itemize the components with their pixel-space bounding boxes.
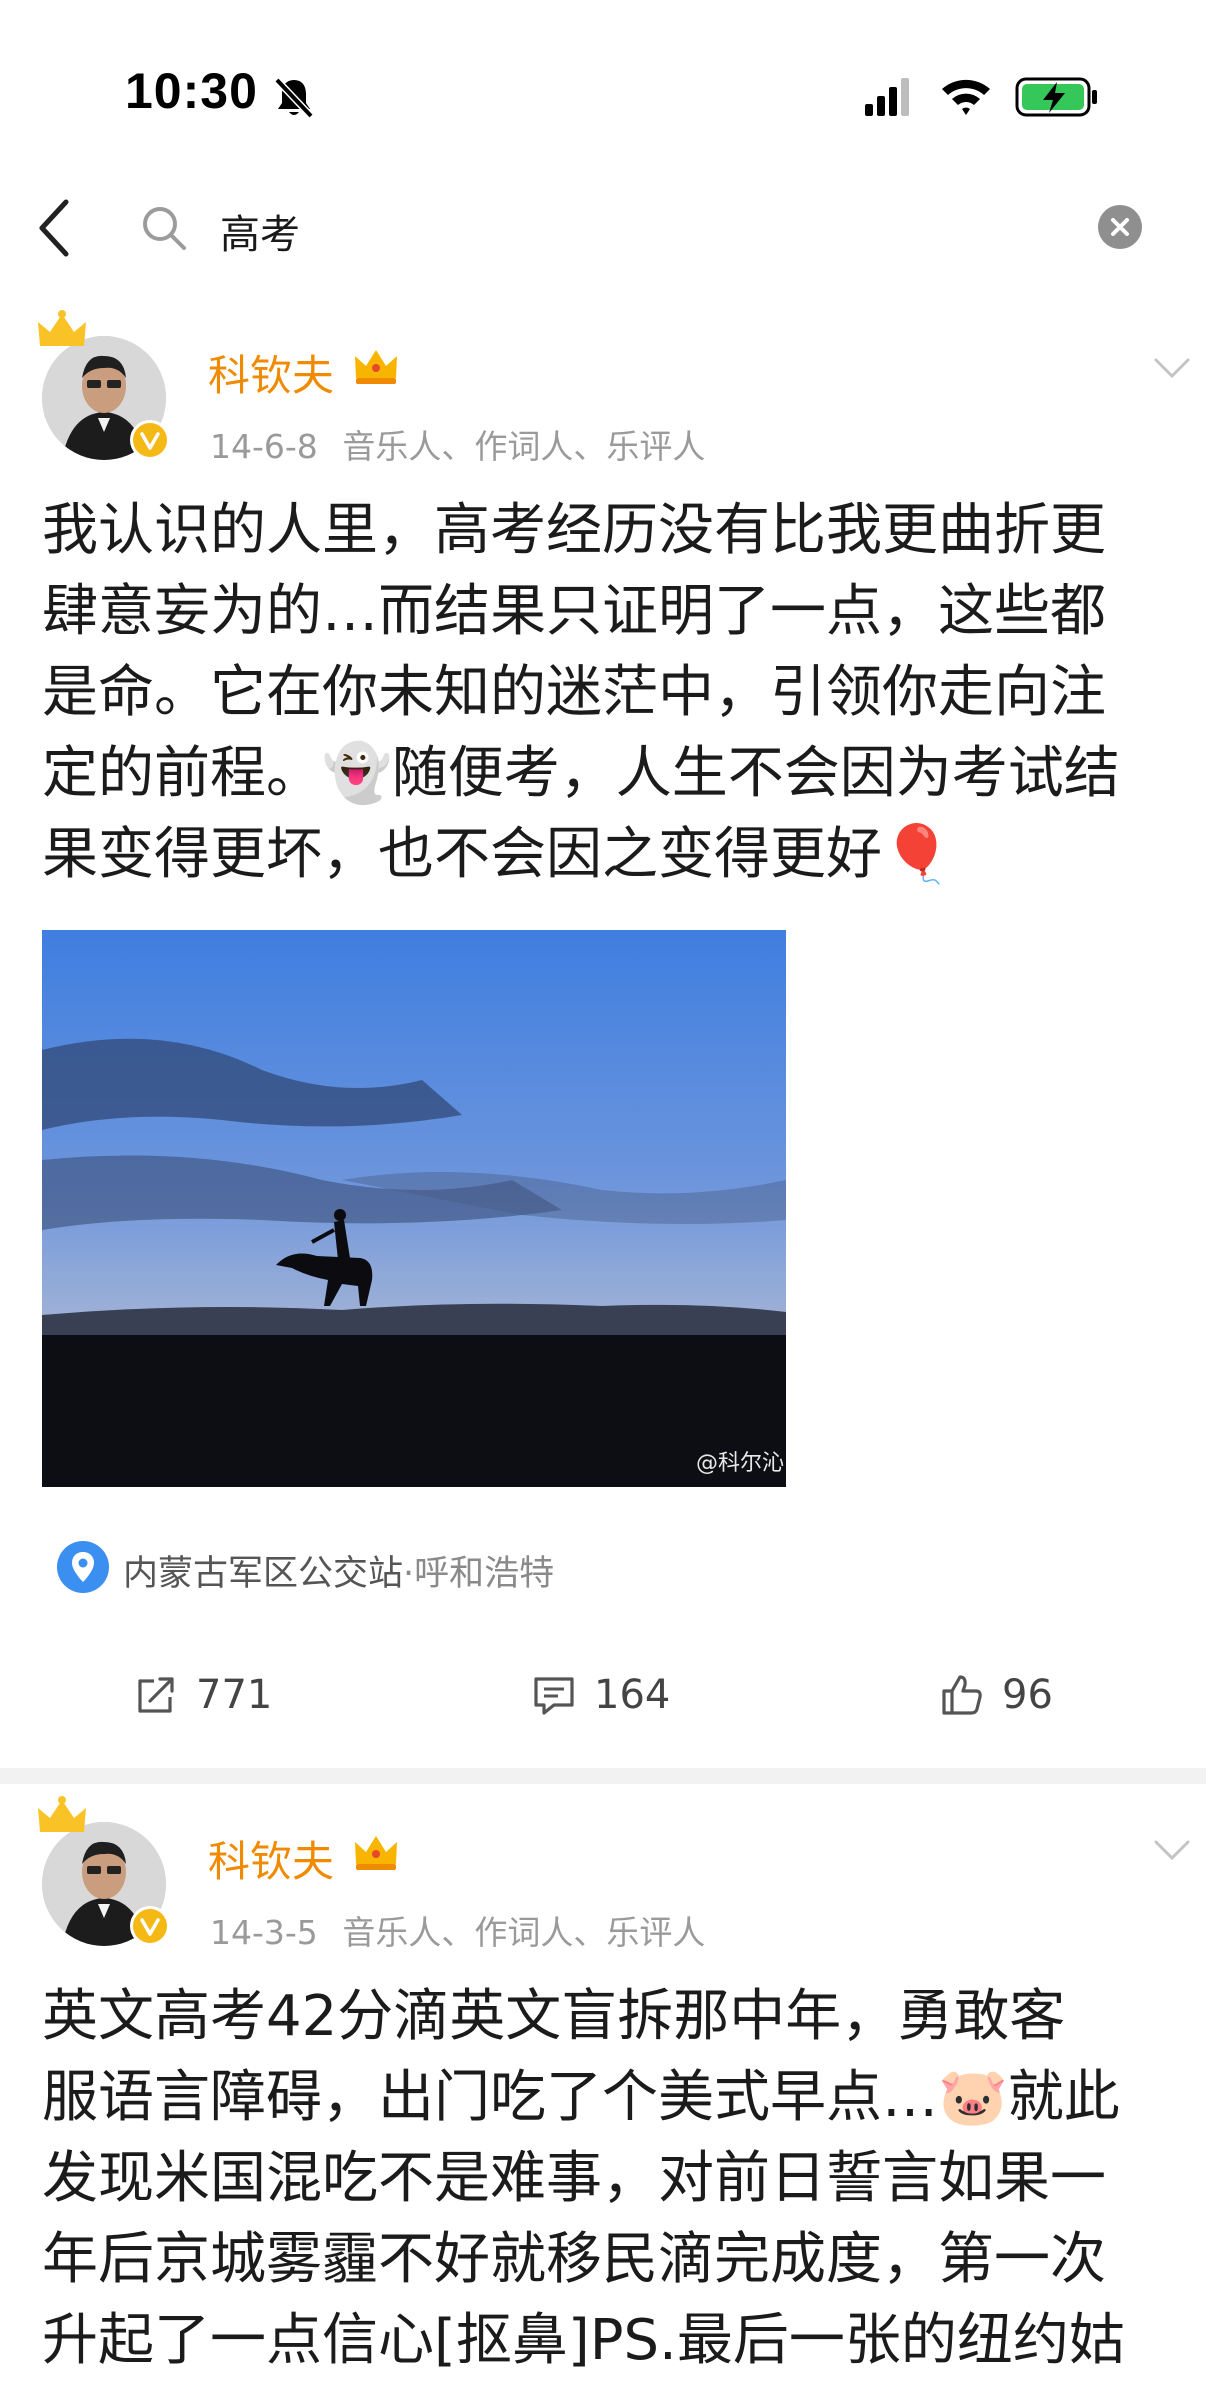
like-button[interactable]: 96 <box>940 1670 1053 1720</box>
comment-count: 164 <box>594 1672 671 1718</box>
clear-search-button[interactable] <box>1098 205 1142 249</box>
location-pin-icon <box>57 1541 109 1593</box>
post-image[interactable]: @科尔沁 <box>42 930 786 1487</box>
post-text-line: 我认识的人里，高考经历没有比我更曲折更 <box>42 498 1106 563</box>
back-arrow-icon[interactable] <box>34 196 74 260</box>
location-city: ·呼和浩特 <box>403 1554 555 1594</box>
post-text-line: 服语言障碍，出门吃了个美式早点…🐷就此 <box>42 2065 1120 2130</box>
close-icon <box>1111 218 1129 236</box>
crown-icon <box>38 310 86 346</box>
post-text-line: 果变得更坏，也不会因之变得更好🎈 <box>42 822 952 887</box>
comment-button[interactable]: 164 <box>532 1670 670 1720</box>
crown-icon <box>38 1796 86 1832</box>
verified-badge <box>130 1906 170 1946</box>
post-meta: 14-6-8 音乐人、作词人、乐评人 <box>210 420 705 468</box>
vip-crown-icon <box>355 350 397 384</box>
image-watermark: @科尔沁 <box>695 1451 784 1476</box>
repost-count: 771 <box>196 1672 273 1718</box>
thumbs-up-icon <box>942 1675 982 1715</box>
verified-badge <box>130 420 170 460</box>
location-link[interactable]: 内蒙古军区公交站·呼和浩特 <box>123 1545 554 1596</box>
post-text-line: 是命。它在你未知的迷茫中，引领你走向注 <box>42 660 1106 725</box>
author-description: 音乐人、作词人、乐评人 <box>342 1913 706 1952</box>
post-text-line: 肆意妄为的…而结果只证明了一点，这些都 <box>42 579 1106 644</box>
verified-icon <box>140 432 160 450</box>
wifi-icon <box>942 79 990 115</box>
like-count: 96 <box>1002 1672 1053 1718</box>
post-text[interactable]: 我认识的人里，高考经历没有比我更曲折更 肆意妄为的…而结果只证明了一点，这些都 … <box>42 490 1192 895</box>
vip-crown-icon <box>355 1836 397 1870</box>
author-description: 音乐人、作词人、乐评人 <box>342 427 706 466</box>
comment-icon <box>534 1677 574 1715</box>
search-icon <box>143 207 186 250</box>
repost-button[interactable]: 771 <box>134 1670 272 1720</box>
post-text[interactable]: 英文高考42分滴英文盲拆那中年，勇敢客 服语言障碍，出门吃了个美式早点…🐷就此 … <box>42 1976 1192 2381</box>
post-text-line: 发现米国混吃不是难事，对前日誓言如果一 <box>42 2146 1106 2211</box>
cellular-signal-icon <box>865 78 909 116</box>
battery-charging-icon <box>1015 77 1097 117</box>
chevron-down-icon[interactable] <box>1152 356 1192 380</box>
author-name[interactable]: 科钦夫 <box>208 1828 334 1889</box>
post-text-line: 英文高考42分滴英文盲拆那中年，勇敢客 <box>42 1984 1066 2049</box>
repost-icon <box>138 1677 174 1713</box>
post-date: 14-3-5 <box>210 1913 318 1952</box>
post-text-line: 年后京城雾霾不好就移民滴完成度，第一次 <box>42 2227 1106 2292</box>
mute-bell-icon <box>274 77 314 119</box>
post-meta: 14-3-5 音乐人、作词人、乐评人 <box>210 1906 705 1954</box>
search-input[interactable]: 高考 <box>220 202 300 260</box>
status-time: 10:30 <box>125 63 258 119</box>
post-text-line: 升起了一点信心[抠鼻]PS.最后一张的纽约姑 <box>42 2308 1125 2373</box>
post-text-line: 定的前程。👻随便考，人生不会因为考试结 <box>42 741 1120 806</box>
location-name: 内蒙古军区公交站 <box>123 1554 404 1594</box>
chevron-down-icon[interactable] <box>1152 1838 1192 1862</box>
post-date: 14-6-8 <box>210 427 318 466</box>
verified-icon <box>140 1918 160 1936</box>
author-name[interactable]: 科钦夫 <box>208 342 334 403</box>
